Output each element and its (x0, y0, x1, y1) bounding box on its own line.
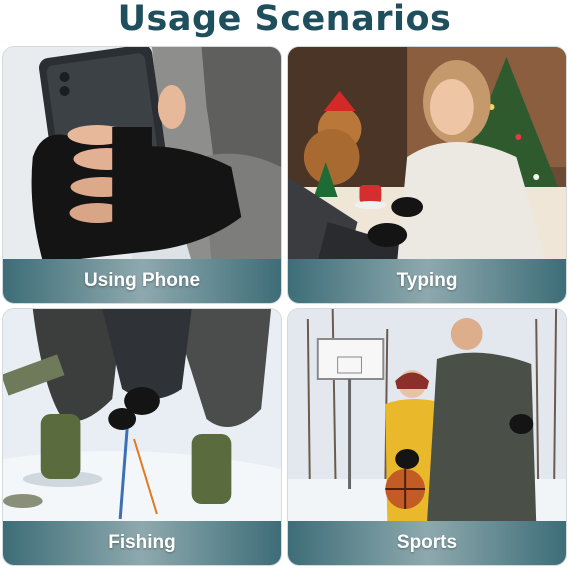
page-title: Usage Scenarios (117, 0, 452, 39)
caption-label: Typing (396, 270, 458, 291)
caption-bar: Using Phone (3, 259, 281, 303)
sports-photo (288, 309, 566, 523)
scenario-card-typing: Typing (287, 46, 567, 304)
typing-photo (288, 47, 566, 261)
scenario-card-using-phone: Using Phone (2, 46, 282, 304)
caption-label: Fishing (108, 532, 176, 553)
scenario-card-sports: Sports (287, 308, 567, 566)
caption-label: Using Phone (83, 270, 201, 291)
phone-photo (3, 47, 281, 261)
caption-label: Sports (396, 532, 458, 553)
fishing-photo (3, 309, 281, 523)
caption-bar: Fishing (3, 521, 281, 565)
caption-bar: Typing (288, 259, 566, 303)
caption-bar: Sports (288, 521, 566, 565)
scenario-card-fishing: Fishing (2, 308, 282, 566)
